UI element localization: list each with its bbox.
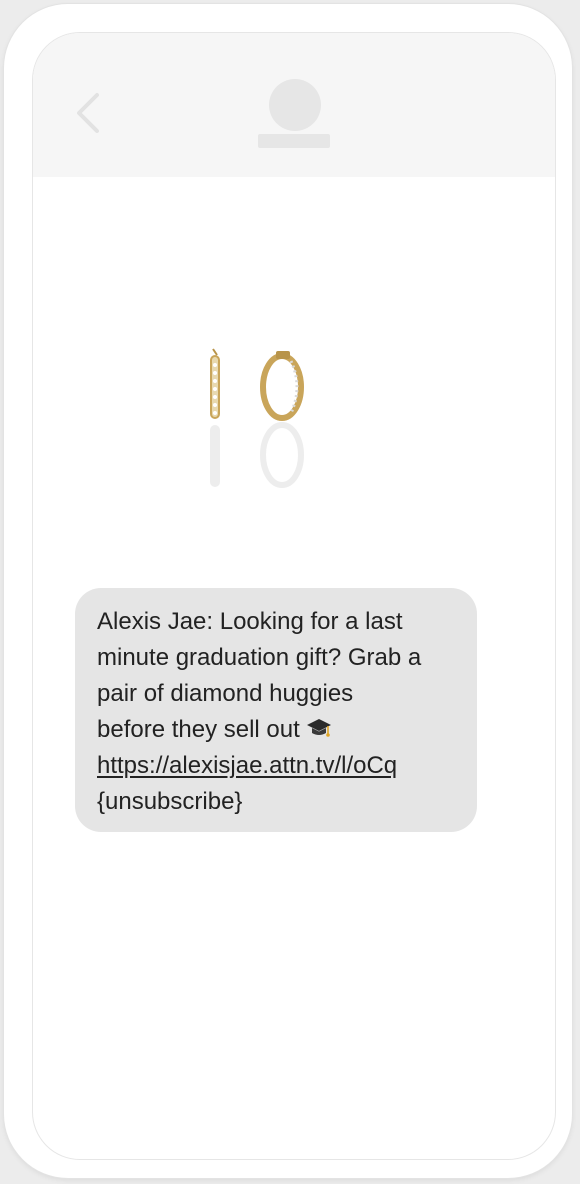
message-link[interactable]: https://alexisjae.attn.tv/l/oCq <box>97 748 457 784</box>
graduation-cap-icon <box>307 719 332 737</box>
message-line: before they sell out <box>97 716 300 743</box>
message-line: minute graduation gift? Grab a <box>97 644 422 671</box>
diamond-huggie-earrings-image[interactable] <box>183 333 323 503</box>
conversation-header <box>33 33 555 177</box>
unsubscribe-placeholder: {unsubscribe} <box>97 788 243 815</box>
phone-frame: Alexis Jae: Looking for a last minute gr… <box>4 4 572 1178</box>
message-line: pair of diamond huggies <box>97 680 354 707</box>
message-bubble[interactable]: Alexis Jae: Looking for a last minute gr… <box>75 588 477 832</box>
message-screen: Alexis Jae: Looking for a last minute gr… <box>32 32 556 1160</box>
contact-name-placeholder <box>258 134 330 148</box>
message-line: Alexis Jae: Looking for a last <box>97 608 403 635</box>
contact-avatar-icon <box>269 79 321 131</box>
chevron-left-icon[interactable] <box>73 91 103 135</box>
message-line-with-emoji: before they sell out <box>97 712 457 748</box>
